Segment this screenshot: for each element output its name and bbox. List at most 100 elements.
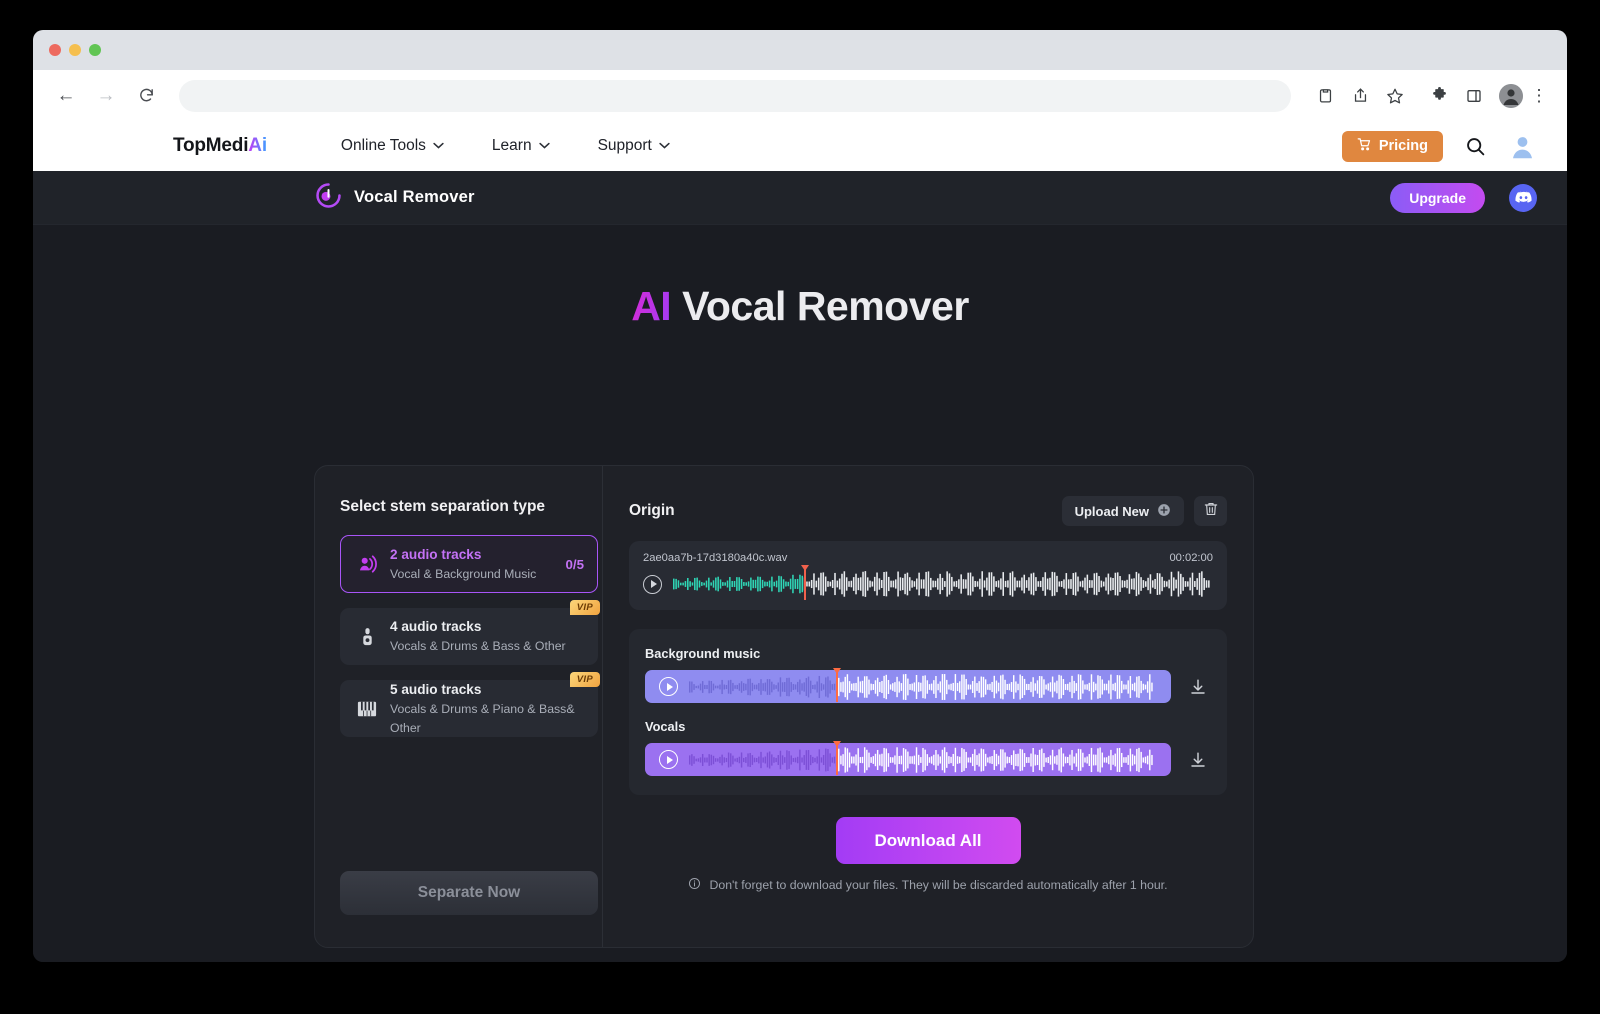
origin-duration: 00:02:00: [1169, 552, 1213, 564]
window-maximize-button[interactable]: [89, 44, 101, 56]
playhead-origin[interactable]: [804, 566, 806, 600]
download-all-button[interactable]: Download All: [836, 817, 1021, 864]
app-title: Vocal Remover: [354, 188, 475, 207]
info-icon: [688, 877, 701, 893]
stem-option-title: 4 audio tracks: [390, 617, 584, 637]
origin-header: Origin Upload New: [629, 496, 1227, 526]
discord-icon[interactable]: [1509, 184, 1537, 212]
stem-usage-count: 0/5: [566, 557, 585, 572]
trash-icon: [1203, 501, 1219, 522]
retention-note: Don't forget to download your files. The…: [629, 877, 1227, 893]
pricing-button[interactable]: Pricing: [1342, 131, 1443, 162]
nav-item-support[interactable]: Support: [598, 137, 670, 155]
vocal-wave-icon: [354, 553, 380, 575]
reload-icon[interactable]: [131, 81, 161, 111]
nav-label: Support: [598, 137, 652, 155]
extensions-puzzle-icon[interactable]: [1424, 81, 1454, 111]
stem-option-title: 2 audio tracks: [390, 545, 566, 565]
window-minimize-button[interactable]: [69, 44, 81, 56]
stem-option-subtitle: Vocal & Background Music: [390, 565, 566, 583]
plus-circle-icon: [1157, 503, 1171, 520]
share-icon[interactable]: [1345, 81, 1375, 111]
stem-label-background-music: Background music: [645, 646, 1207, 661]
stem-label-vocals: Vocals: [645, 719, 1207, 734]
playhead-vocals[interactable]: [836, 741, 838, 775]
stem-track-vocals[interactable]: [645, 743, 1171, 776]
pricing-label: Pricing: [1379, 138, 1428, 154]
stem-option-title: 5 audio tracks: [390, 680, 584, 700]
origin-waveform[interactable]: [673, 571, 1213, 597]
nav-item-learn[interactable]: Learn: [492, 137, 550, 155]
stem-option-4-tracks[interactable]: VIP 4 audio tracks Vocals & Drums & Bass…: [340, 608, 598, 665]
stem-track-background-music[interactable]: [645, 670, 1171, 703]
origin-waveform-svg: [673, 571, 1213, 597]
stem-option-2-tracks[interactable]: 2 audio tracks Vocal & Background Music …: [340, 535, 598, 593]
browser-menu-icon[interactable]: ⋮: [1529, 86, 1549, 106]
bookmark-star-icon[interactable]: [1380, 81, 1410, 111]
stem-spacer: [645, 703, 1207, 719]
download-vocals-icon[interactable]: [1171, 751, 1207, 769]
stem-type-panel: Select stem separation type 2 audio trac…: [315, 466, 603, 947]
stem-option-subtitle: Vocals & Drums & Piano & Bass& Other: [390, 700, 584, 737]
separate-now-button[interactable]: Separate Now: [340, 871, 598, 915]
site-logo[interactable]: TopMediAi: [173, 135, 267, 157]
upgrade-button[interactable]: Upgrade: [1390, 183, 1485, 213]
stem-row-background-music: [645, 670, 1207, 703]
delete-button[interactable]: [1194, 496, 1227, 526]
nav-label: Learn: [492, 137, 532, 155]
search-icon[interactable]: [1465, 136, 1486, 157]
forward-icon[interactable]: →: [91, 81, 121, 111]
play-button-vocals[interactable]: [659, 750, 678, 769]
origin-title: Origin: [629, 502, 675, 520]
playhead-background-music[interactable]: [836, 668, 838, 702]
page-title-accent: AI: [631, 283, 671, 329]
retention-note-text: Don't forget to download your files. The…: [709, 878, 1167, 892]
upload-label: Upload New: [1075, 504, 1149, 519]
stem-option-text: 5 audio tracks Vocals & Drums & Piano & …: [390, 680, 584, 737]
main-card: Select stem separation type 2 audio trac…: [314, 465, 1254, 948]
vip-badge: VIP: [570, 600, 600, 615]
origin-track: 2ae0aa7b-17d3180a40c.wav 00:02:00: [629, 541, 1227, 610]
chevron-down-icon: [539, 141, 550, 152]
vocals-waveform[interactable]: [689, 747, 1157, 773]
vip-badge: VIP: [570, 672, 600, 687]
window-close-button[interactable]: [49, 44, 61, 56]
upload-new-button[interactable]: Upload New: [1062, 496, 1184, 526]
play-button-origin[interactable]: [643, 575, 662, 594]
page-title: AI Vocal Remover: [33, 283, 1567, 330]
stem-option-text: 2 audio tracks Vocal & Background Music: [390, 545, 566, 584]
sidebar-panel-icon[interactable]: [1459, 81, 1489, 111]
vocals-waveform-svg: [689, 747, 1157, 773]
chevron-down-icon: [659, 141, 670, 152]
play-triangle-icon: [651, 580, 657, 588]
origin-actions: Upload New: [1062, 496, 1227, 526]
download-background-music-icon[interactable]: [1171, 678, 1207, 696]
play-button-background-music[interactable]: [659, 677, 678, 696]
nav-label: Online Tools: [341, 137, 426, 155]
origin-panel: Origin Upload New: [603, 466, 1253, 947]
origin-meta: 2ae0aa7b-17d3180a40c.wav 00:02:00: [643, 552, 1213, 564]
app-header-actions: Upgrade: [1390, 183, 1537, 213]
play-triangle-icon: [667, 683, 673, 691]
nav-right-group: Pricing: [1342, 131, 1537, 162]
logo-accent: Ai: [248, 135, 267, 156]
app-header: Vocal Remover Upgrade: [33, 171, 1567, 225]
nav-item-online-tools[interactable]: Online Tools: [341, 137, 444, 155]
stem-option-5-tracks[interactable]: VIP 5 aud: [340, 680, 598, 737]
page-title-rest: Vocal Remover: [671, 283, 969, 329]
browser-titlebar: [33, 30, 1567, 70]
chevron-down-icon: [433, 141, 444, 152]
app-content: Vocal Remover Upgrade AI Vocal Remover S…: [33, 171, 1567, 962]
play-triangle-icon: [667, 756, 673, 764]
user-account-icon[interactable]: [1508, 132, 1537, 161]
browser-profile-avatar[interactable]: [1499, 84, 1523, 108]
clipboard-icon[interactable]: [1310, 81, 1340, 111]
back-icon[interactable]: ←: [51, 81, 81, 111]
background-music-waveform[interactable]: [689, 674, 1157, 700]
stem-panel-title: Select stem separation type: [340, 498, 602, 516]
origin-filename: 2ae0aa7b-17d3180a40c.wav: [643, 552, 787, 564]
address-bar[interactable]: [179, 80, 1291, 112]
origin-wave-row: [643, 571, 1213, 597]
stems-container: Background music: [629, 629, 1227, 795]
piano-icon: [354, 699, 380, 719]
